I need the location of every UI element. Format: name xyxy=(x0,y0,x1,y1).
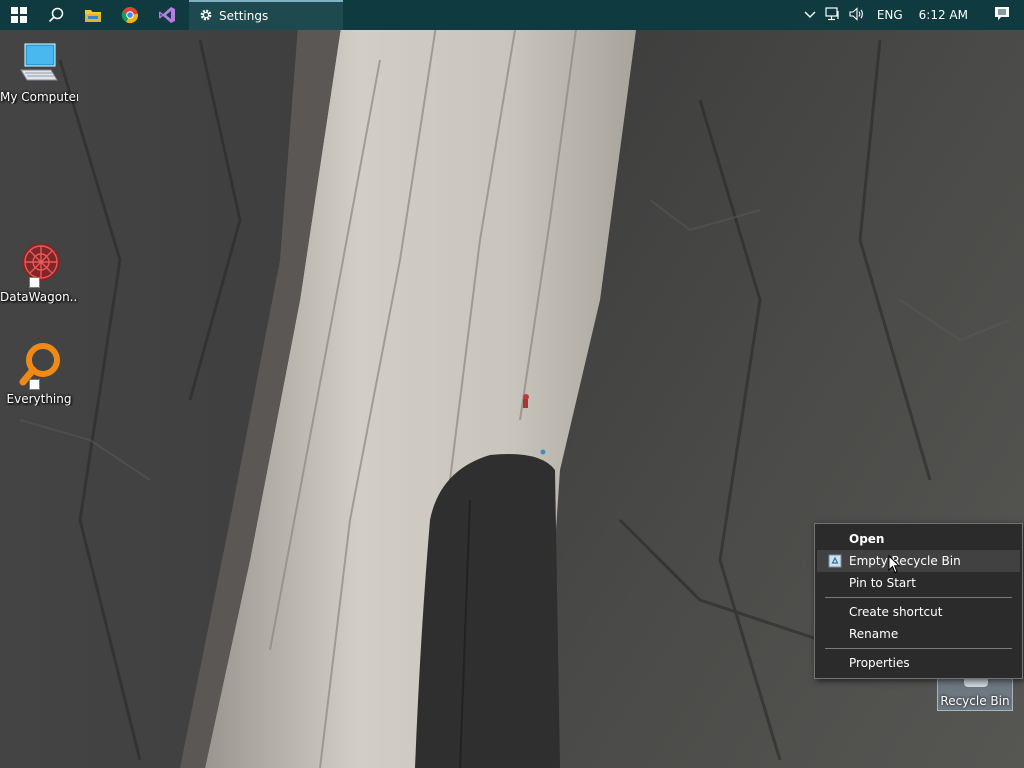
taskbar-settings-window[interactable]: Settings xyxy=(189,0,343,30)
shortcut-arrow-icon xyxy=(29,379,40,390)
menu-item-pin-to-start[interactable]: Pin to Start xyxy=(815,572,1022,594)
menu-item-create-shortcut[interactable]: Create shortcut xyxy=(815,601,1022,623)
shortcut-arrow-icon xyxy=(29,277,40,288)
menu-item-label: Create shortcut xyxy=(849,605,943,619)
desktop-icon-label: Everything xyxy=(6,392,72,406)
datawagon-icon xyxy=(15,240,63,288)
volume-icon xyxy=(849,6,865,24)
menu-item-properties[interactable]: Properties xyxy=(815,652,1022,674)
windows-logo-icon xyxy=(10,7,27,23)
computer-icon xyxy=(15,40,63,88)
chrome-icon xyxy=(121,6,139,24)
desktop-icon-everything[interactable]: Everything xyxy=(0,342,78,406)
context-menu: Open Empty Recycle Bin Pin to Start Crea… xyxy=(814,523,1023,679)
gear-icon xyxy=(199,8,213,25)
desktop-icon-label: My Computer xyxy=(0,90,78,104)
clock-button[interactable]: 6:12 AM xyxy=(913,0,980,30)
chevron-up-icon xyxy=(804,8,816,22)
menu-item-open[interactable]: Open xyxy=(815,528,1022,550)
taskbar: Settings ENG 6:12 AM xyxy=(0,0,1024,30)
desktop-icon-label: Recycle Bin xyxy=(940,694,1010,708)
menu-item-label: Pin to Start xyxy=(849,576,916,590)
menu-item-label: Rename xyxy=(849,627,899,641)
volume-button[interactable] xyxy=(845,0,869,30)
search-button[interactable] xyxy=(37,0,74,30)
menu-item-rename[interactable]: Rename xyxy=(815,623,1022,645)
menu-separator xyxy=(825,597,1012,598)
mouse-pointer-icon xyxy=(888,554,901,577)
desktop-icon-datawagon[interactable]: DataWagon... xyxy=(0,240,78,304)
taskbar-window-label: Settings xyxy=(219,9,269,23)
menu-item-label: Empty Recycle Bin xyxy=(849,554,961,568)
taskbar-visual-studio[interactable] xyxy=(148,0,185,30)
start-button[interactable] xyxy=(0,0,37,30)
menu-item-empty-recycle-bin[interactable]: Empty Recycle Bin xyxy=(817,550,1020,572)
network-icon xyxy=(825,6,841,24)
search-icon xyxy=(48,7,64,23)
system-tray: ENG 6:12 AM xyxy=(799,0,1024,30)
notification-icon xyxy=(994,6,1010,25)
taskbar-chrome[interactable] xyxy=(111,0,148,30)
taskbar-file-explorer[interactable] xyxy=(74,0,111,30)
recycle-bin-icon xyxy=(828,554,842,568)
desktop-icon-my-computer[interactable]: My Computer xyxy=(0,40,78,104)
desktop-icon-recycle-bin[interactable]: Recycle Bin xyxy=(937,674,1013,711)
menu-separator xyxy=(825,648,1012,649)
visual-studio-icon xyxy=(158,6,176,24)
menu-item-label: Properties xyxy=(849,656,910,670)
input-language-button[interactable]: ENG xyxy=(869,0,913,30)
folder-icon xyxy=(84,7,102,23)
everything-search-icon xyxy=(15,342,63,390)
action-center-button[interactable] xyxy=(980,0,1024,30)
show-hidden-icons-button[interactable] xyxy=(799,0,821,30)
network-button[interactable] xyxy=(821,0,845,30)
menu-item-label: Open xyxy=(849,532,885,546)
desktop-icon-label: DataWagon... xyxy=(0,290,78,304)
